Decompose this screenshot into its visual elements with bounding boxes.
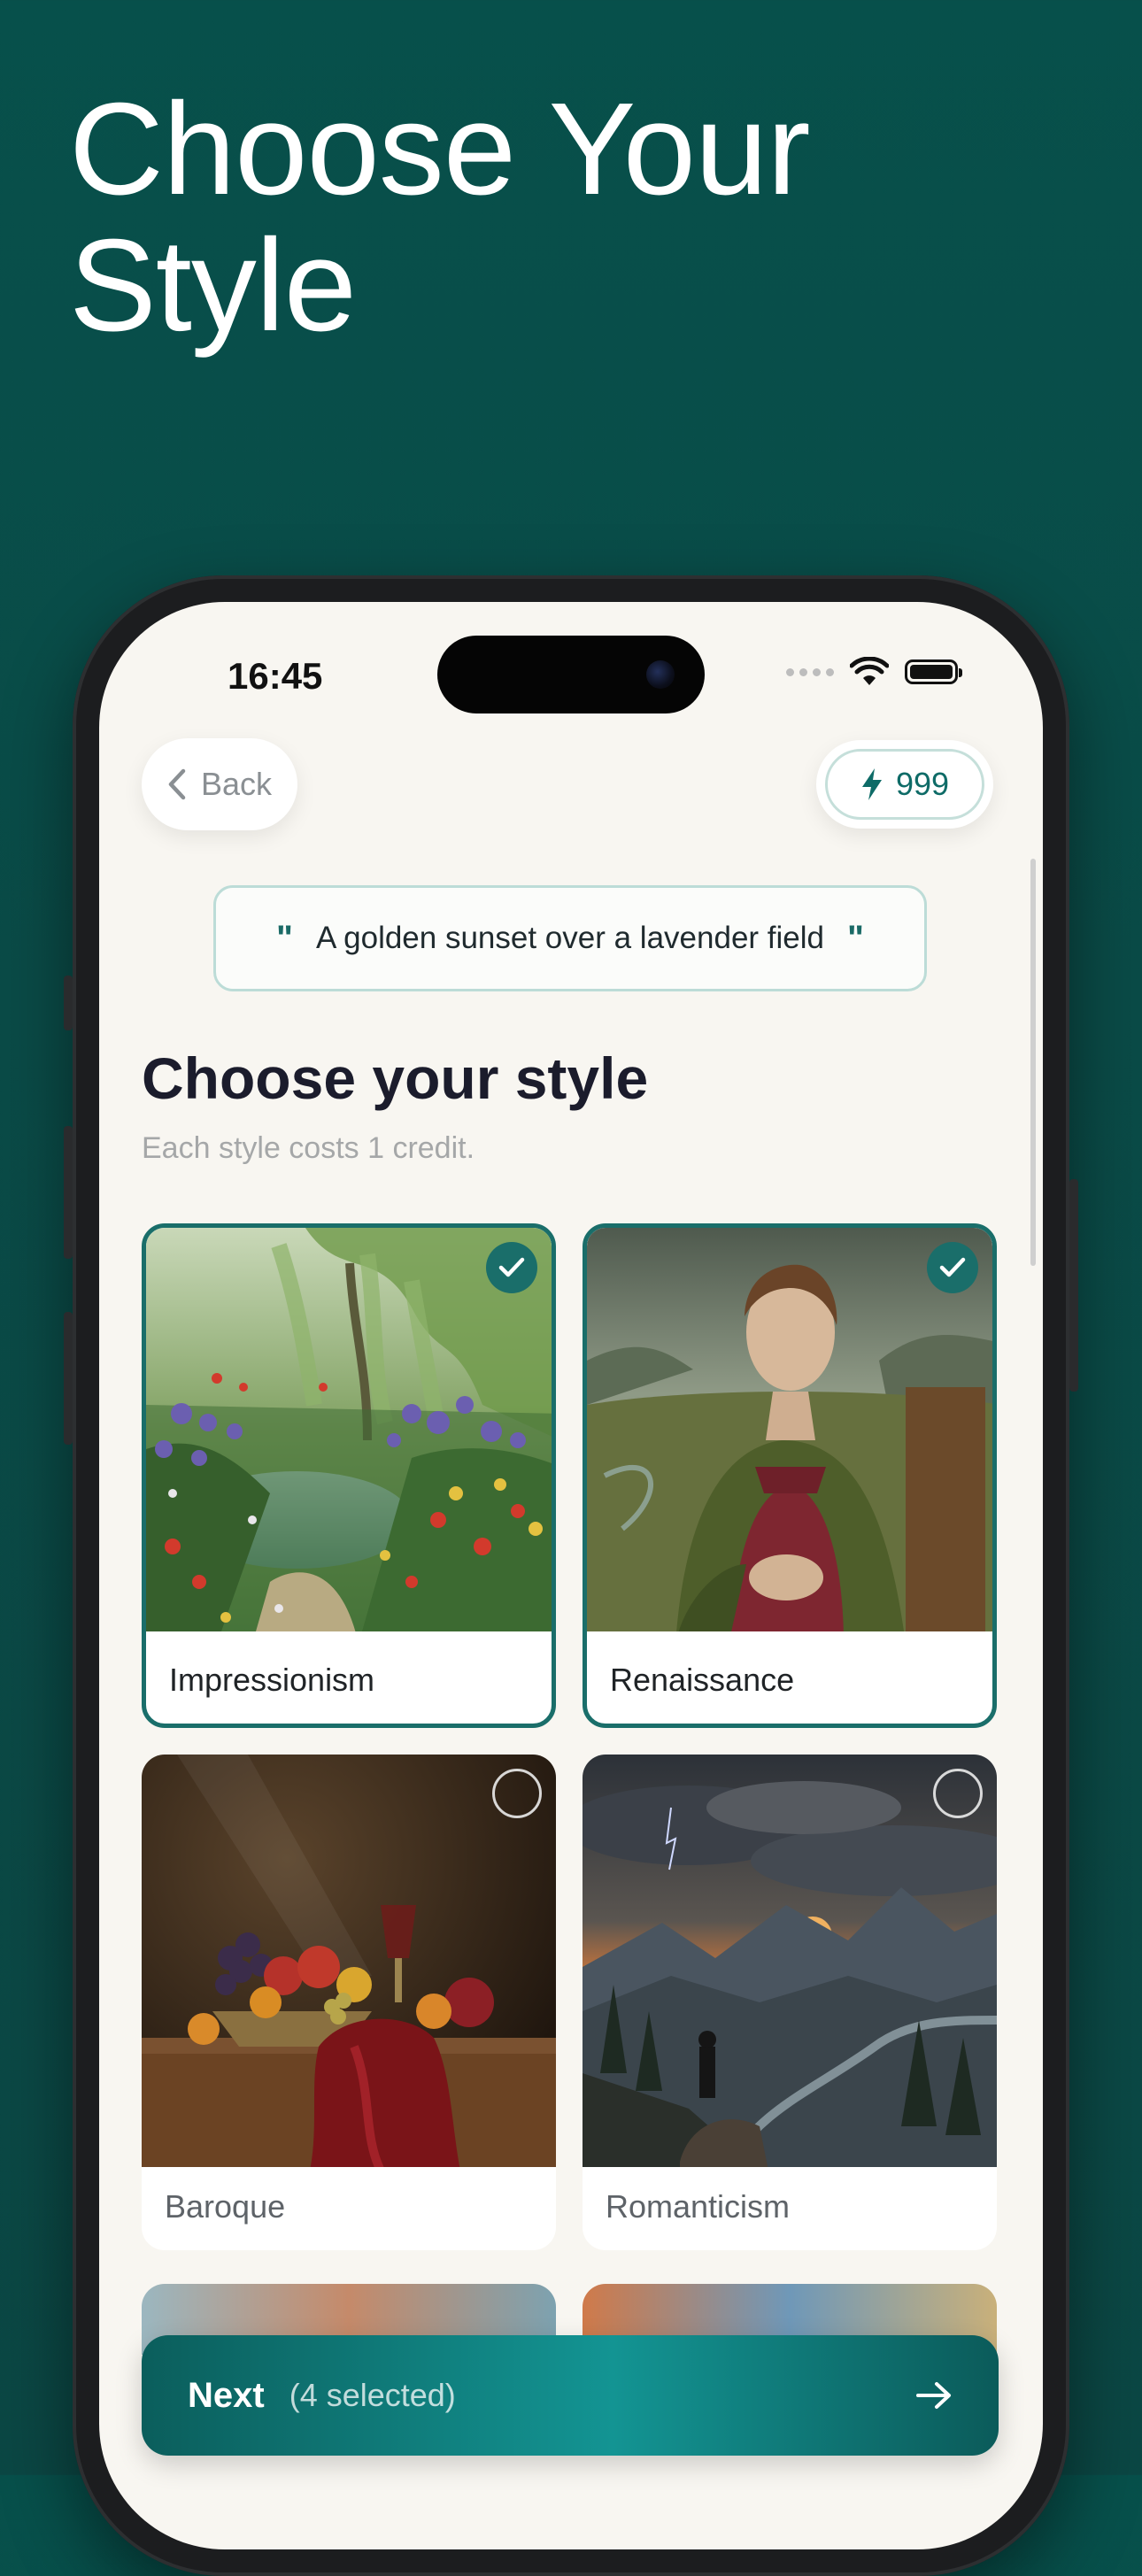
style-card-baroque[interactable]: Baroque bbox=[142, 1755, 556, 2250]
volume-up-button bbox=[64, 1126, 73, 1259]
headline-line-2: Style bbox=[69, 212, 357, 359]
arrow-right-icon bbox=[916, 2382, 951, 2409]
credits-badge[interactable]: 999 bbox=[816, 740, 993, 829]
bolt-icon bbox=[861, 768, 882, 800]
volume-down-button bbox=[64, 1312, 73, 1445]
dynamic-island bbox=[437, 636, 705, 713]
back-label: Back bbox=[200, 766, 273, 802]
baroque-artwork bbox=[142, 1755, 556, 2167]
prompt-box: " A golden sunset over a lavender field … bbox=[213, 885, 927, 991]
style-card-impressionism[interactable]: Impressionism bbox=[142, 1223, 556, 1728]
page-headline: Choose Your Style bbox=[69, 81, 811, 354]
next-label: Next bbox=[188, 2375, 265, 2415]
style-card-romanticism[interactable]: Romanticism bbox=[583, 1755, 997, 2250]
style-label: Romanticism bbox=[606, 2188, 791, 2225]
scrollbar[interactable] bbox=[1030, 859, 1036, 1266]
status-icons bbox=[786, 657, 962, 687]
open-quote: " bbox=[276, 918, 293, 958]
section-subtitle: Each style costs 1 credit. bbox=[142, 1131, 475, 1165]
selected-check-icon bbox=[927, 1242, 978, 1293]
unselected-ring-icon bbox=[492, 1769, 542, 1818]
style-label: Impressionism bbox=[169, 1662, 375, 1698]
section-title: Choose your style bbox=[142, 1045, 649, 1111]
wifi-icon bbox=[850, 657, 889, 685]
phone-screen: 16:45 Back 999 " A golden sunset over a … bbox=[99, 602, 1043, 2549]
unselected-ring-icon bbox=[933, 1769, 983, 1818]
battery-icon bbox=[905, 659, 962, 684]
selected-count: (4 selected) bbox=[289, 2377, 456, 2413]
back-button[interactable]: Back bbox=[142, 738, 297, 830]
status-time: 16:45 bbox=[228, 655, 323, 697]
prompt-text: A golden sunset over a lavender field bbox=[316, 921, 824, 955]
style-label: Baroque bbox=[165, 2188, 286, 2225]
impressionism-artwork bbox=[146, 1228, 552, 1631]
style-label: Renaissance bbox=[610, 1662, 795, 1698]
chevron-left-icon bbox=[168, 768, 186, 800]
power-button bbox=[1069, 1179, 1078, 1392]
renaissance-artwork bbox=[587, 1228, 992, 1631]
camera-icon bbox=[646, 660, 675, 689]
credits-count: 999 bbox=[895, 766, 950, 802]
action-button bbox=[64, 976, 73, 1030]
signal-icon bbox=[786, 667, 834, 676]
headline-line-1: Choose Your bbox=[69, 76, 811, 222]
next-button[interactable]: Next (4 selected) bbox=[142, 2335, 999, 2456]
close-quote: " bbox=[847, 918, 864, 958]
selected-check-icon bbox=[486, 1242, 537, 1293]
style-card-renaissance[interactable]: Renaissance bbox=[583, 1223, 997, 1728]
romanticism-artwork bbox=[583, 1755, 997, 2167]
